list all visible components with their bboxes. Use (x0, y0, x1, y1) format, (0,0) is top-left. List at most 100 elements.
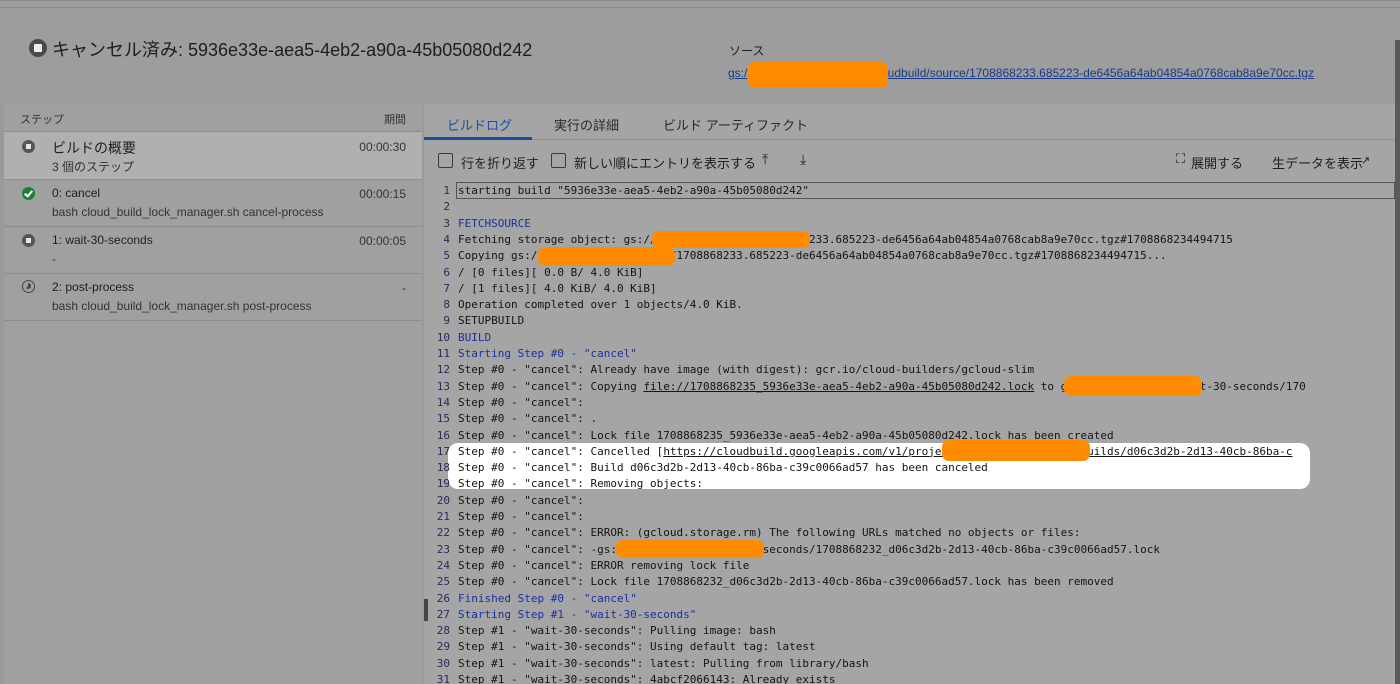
log-line: 1 starting build "5936e33e-aea5-4eb2-a90a… (424, 183, 1395, 199)
log-line: 14 Step #0 - "cancel": (424, 395, 1395, 411)
line-number: 12 (436, 363, 450, 377)
line-number: 17 (436, 444, 450, 458)
step-duration: 00:00:15 (359, 187, 406, 201)
line-text: Finished Step #0 - "cancel" (458, 591, 637, 605)
step-name: ビルドの概要 (52, 140, 136, 156)
expand-icon[interactable]: ⛶ (1176, 151, 1185, 167)
steps-panel-header: ステップ 期間 (4, 104, 422, 132)
newest-first-checkbox[interactable] (551, 153, 566, 168)
log-line: 4 Fetching storage object: gs:// udbuild/… (424, 232, 1395, 248)
line-text: Operation completed over 1 objects/4.0 K… (458, 298, 743, 312)
log-output[interactable]: 1 starting build "5936e33e-aea5-4eb2-a90a… (424, 180, 1395, 684)
line-number: 10 (436, 330, 450, 344)
raw-data-button[interactable]: 生データを表示 (1272, 153, 1363, 172)
step-duration: 00:00:30 (359, 140, 406, 154)
line-text: Step #1 - "wait-30-seconds": latest: Pul… (458, 656, 869, 670)
line-number: 2 (443, 200, 450, 214)
source-link-prefix: gs:/ (728, 66, 748, 80)
step-item-summary[interactable]: ビルドの概要 3 個のステップ 00:00:30 (4, 132, 422, 180)
log-link[interactable]: file://1708868235_5936e33e-aea5-4eb2-a90… (643, 380, 1034, 393)
line-number: 13 (436, 379, 450, 393)
duration-column-header: 期間 (384, 114, 406, 126)
line-number: 1 (443, 184, 450, 197)
source-link-suffix: cloudbuild/source/1708868233.685223-de64… (872, 66, 1315, 80)
newest-first-label: 新しい順にエントリを表示する (574, 156, 757, 171)
log-line: 6 / [0 files][ 0.0 B/ 4.0 KiB] (424, 265, 1395, 281)
line-number: 29 (436, 640, 450, 654)
cancelled-status-icon (29, 39, 47, 57)
redaction-block (616, 540, 764, 558)
step-sub: - (52, 252, 56, 266)
log-line: 27 Starting Step #1 - "wait-30-seconds" (424, 607, 1395, 623)
line-text: / [0 files][ 0.0 B/ 4.0 KiB] (458, 265, 644, 279)
line-text: FETCHSOURCE (458, 216, 531, 230)
line-text: Step #0 - "cancel": -gs:// cloudbuild/wa… (458, 542, 1160, 556)
line-text: starting build "5936e33e-aea5-4eb2-a90a-… (458, 184, 809, 197)
stop-icon (22, 234, 35, 247)
line-text: Step #0 - "cancel": Removing objects: (458, 477, 704, 491)
log-line: 31 Step #1 - "wait-30-seconds": 4abcf2066… (424, 672, 1395, 684)
line-text: Fetching storage object: gs:// udbuild/s… (458, 232, 1233, 246)
tab-build-artifacts[interactable]: ビルド アーティファクト (663, 115, 808, 134)
line-number: 31 (436, 673, 450, 684)
step-sub: bash cloud_build_lock_manager.sh cancel-… (52, 205, 324, 219)
line-number: 28 (436, 624, 450, 638)
step-name: 1: wait-30-seconds (52, 233, 153, 247)
line-number: 21 (436, 510, 450, 523)
line-number: 11 (436, 347, 450, 360)
step-item-post-process[interactable]: 2: post-process bash cloud_build_lock_ma… (4, 274, 422, 321)
line-text: Step #0 - "cancel": (458, 510, 584, 523)
line-text: Step #0 - "cancel": (458, 493, 584, 507)
external-link-icon[interactable]: ↗ (1361, 154, 1370, 167)
log-line: 29 Step #1 - "wait-30-seconds": Using def… (424, 639, 1395, 655)
line-number: 6 (443, 265, 450, 279)
step-name: 2: post-process (52, 280, 135, 294)
log-line: 30 Step #1 - "wait-30-seconds": latest: P… (424, 656, 1395, 672)
step-item-cancel[interactable]: 0: cancel bash cloud_build_lock_manager.… (4, 180, 422, 227)
line-number: 20 (436, 493, 450, 507)
log-line: 16 Step #0 - "cancel": Lock file 17088682… (424, 428, 1395, 444)
line-number: 24 (436, 558, 450, 572)
tab-execution-details[interactable]: 実行の詳細 (554, 115, 619, 134)
tab-build-log[interactable]: ビルドログ (447, 115, 512, 134)
steps-column-header: ステップ (20, 114, 64, 126)
log-line: 15 Step #0 - "cancel": . (424, 411, 1395, 427)
scroll-marker (424, 599, 428, 621)
line-number: 18 (436, 461, 450, 475)
log-line: 23 Step #0 - "cancel": -gs:// cloudbuild/… (424, 542, 1395, 558)
redaction-block (748, 62, 888, 88)
line-text: BUILD (458, 330, 492, 344)
line-text: Step #0 - "cancel": Cancelled [https://c… (458, 444, 1293, 458)
line-text: Starting Step #0 - "cancel" (458, 347, 637, 360)
log-line: 8 Operation completed over 1 objects/4.0 … (424, 297, 1395, 313)
log-toolbar: 行を折り返す 新しい順にエントリを表示する ⤒ ⤓ ⛶ 展開する 生データを表示… (424, 141, 1395, 177)
log-line: 12 Step #0 - "cancel": Already have image… (424, 362, 1395, 378)
line-number: 14 (436, 395, 450, 409)
divider (0, 7, 1400, 8)
line-number: 23 (436, 542, 450, 556)
log-line: 25 Step #0 - "cancel": Lock file 17088682… (424, 574, 1395, 590)
line-text: Step #0 - "cancel": . (458, 412, 598, 426)
line-number: 22 (436, 526, 450, 540)
line-number: 30 (436, 656, 450, 670)
log-line: 28 Step #1 - "wait-30-seconds": Pulling i… (424, 623, 1395, 639)
scroll-bottom-icon[interactable]: ⤓ (800, 151, 806, 168)
wrap-lines-checkbox[interactable] (438, 153, 453, 168)
stop-icon (22, 140, 35, 153)
line-number: 5 (443, 249, 450, 263)
log-line: 24 Step #0 - "cancel": ERROR removing loc… (424, 558, 1395, 574)
source-label: ソース (729, 44, 765, 58)
expand-button[interactable]: 展開する (1191, 153, 1243, 172)
scroll-top-icon[interactable]: ⤒ (762, 151, 768, 168)
step-item-wait-30-seconds[interactable]: 1: wait-30-seconds - 00:00:05 (4, 227, 422, 274)
line-text: Step #1 - "wait-30-seconds": Using defau… (458, 640, 816, 654)
log-panel: ビルドログ 実行の詳細 ビルド アーティファクト 行を折り返す 新しい順にエント… (424, 104, 1395, 684)
line-text: Step #1 - "wait-30-seconds": 4abcf206614… (458, 673, 836, 684)
line-number: 25 (436, 575, 450, 589)
steps-panel: ステップ 期間 ビルドの概要 3 個のステップ 00:00:30 0: canc… (4, 104, 422, 684)
redaction-block (538, 247, 675, 266)
log-line: 9 SETUPBUILD (424, 313, 1395, 329)
log-line: 17 Step #0 - "cancel": Cancelled [https:/… (424, 444, 1395, 460)
scrollbar-strip (1395, 40, 1400, 684)
line-number: 3 (443, 216, 450, 230)
